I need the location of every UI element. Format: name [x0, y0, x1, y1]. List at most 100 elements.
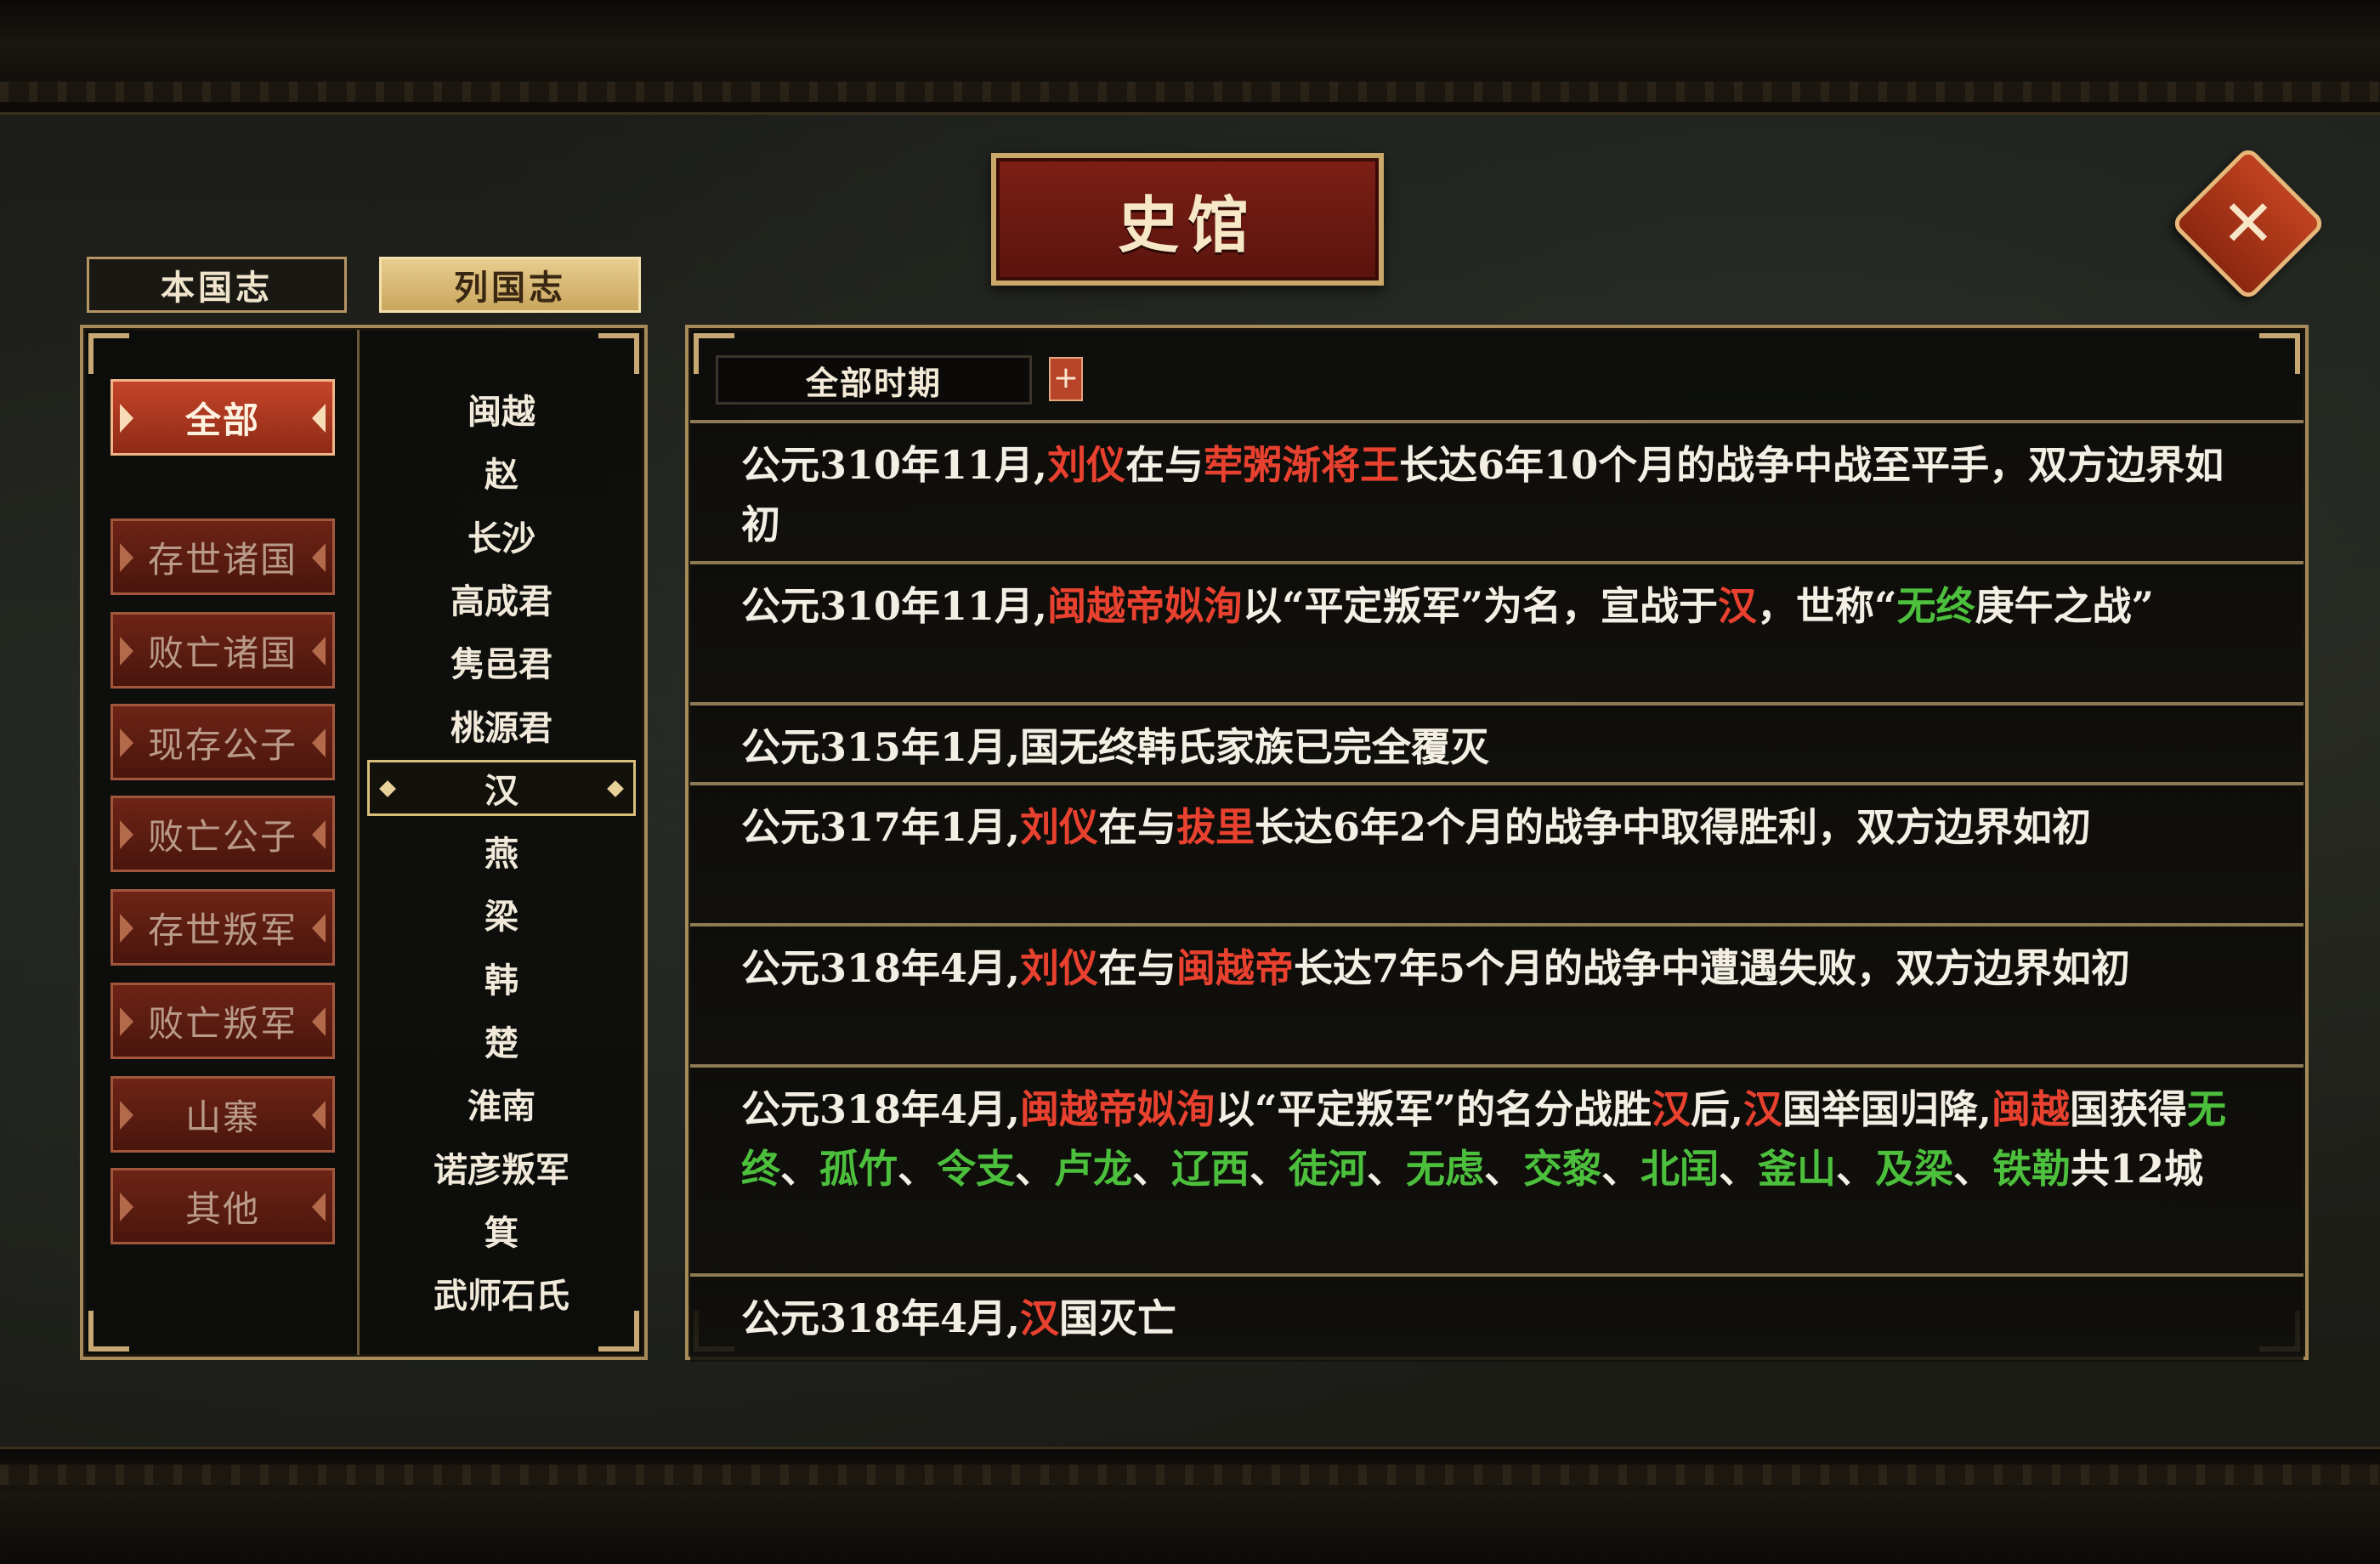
state-name: 隽邑君 [450, 644, 552, 684]
state-name: 燕 [484, 834, 518, 874]
event-text: 、 [898, 1146, 937, 1192]
state-list-item[interactable]: 淮南 [367, 1075, 636, 1131]
event-text: 在与 [1098, 945, 1177, 991]
state-name: 闽越 [468, 392, 536, 432]
event-city-name: 釜山 [1758, 1146, 1836, 1192]
event-text: 、 [1250, 1146, 1289, 1192]
category-button[interactable]: 败亡叛军 [110, 983, 335, 1059]
event-text: 、 [1484, 1146, 1523, 1192]
event-text: 国获得 [2070, 1086, 2187, 1132]
event-text: 以“平定叛军”的名分战胜 [1216, 1086, 1652, 1132]
state-name: 楚 [484, 1023, 518, 1063]
tab-all-states-history[interactable]: 列国志 [379, 257, 641, 313]
category-button[interactable]: 败亡诸国 [110, 612, 335, 688]
event-text: 公元318年4月, [741, 1086, 1021, 1132]
event-faction-name: 汉 [1717, 583, 1757, 629]
state-name: 长沙 [468, 518, 536, 558]
period-add-button[interactable]: + [1049, 357, 1083, 401]
event-text: 公元310年11月, [741, 442, 1048, 488]
event-text: 公元315年1月,国无终韩氏家族已完全覆灭 [741, 724, 1490, 770]
event-text: 、 [1132, 1146, 1171, 1192]
category-button[interactable]: 山寨 [110, 1076, 335, 1153]
event-city-name: 孤竹 [819, 1146, 898, 1192]
event-city-name: 北闰 [1640, 1146, 1719, 1192]
event-text: ，世称“ [1756, 583, 1897, 629]
event-city-name: 辽西 [1171, 1146, 1250, 1192]
event-text: 、 [1953, 1146, 1992, 1192]
state-list-item[interactable]: 桃源君 [367, 697, 636, 753]
event-city-name: 交黎 [1523, 1146, 1601, 1192]
close-icon: ✕ [2221, 185, 2275, 261]
event-faction-name: 闽越帝姒洵 [1047, 583, 1244, 629]
state-list-item[interactable]: 箕 [367, 1202, 636, 1258]
corner-ornament [88, 333, 129, 374]
close-button[interactable]: ✕ [2170, 145, 2326, 302]
state-list-item[interactable]: 诺彦叛军 [367, 1139, 636, 1195]
event-faction-name: 刘仪 [1020, 804, 1099, 850]
category-button[interactable]: 现存公子 [110, 704, 335, 780]
title-plaque: 史馆 [991, 153, 1384, 286]
state-name: 梁 [484, 897, 518, 937]
state-list-item[interactable]: 楚 [367, 1012, 636, 1068]
event-faction-name: 闽越帝姒洵 [1020, 1086, 1216, 1132]
event-text: 、 [1719, 1146, 1758, 1192]
event-city-name: 铁勒 [1992, 1146, 2071, 1192]
event-text: 共12城 [2071, 1146, 2204, 1192]
event-text: 长达7年5个月的战争中遭遇失败，双方边界如初 [1294, 945, 2131, 991]
state-list-item[interactable]: 韩 [367, 949, 636, 1006]
event-text: 公元318年4月, [741, 1295, 1021, 1341]
event-city-name: 卢龙 [1054, 1146, 1132, 1192]
state-list-item[interactable]: 闽越 [367, 381, 636, 437]
bottom-pattern [0, 1465, 2380, 1485]
state-list-item[interactable]: 燕 [367, 823, 636, 879]
event-text: 、 [1367, 1146, 1406, 1192]
history-event-row: 公元318年4月,刘仪在与闽越帝长达7年5个月的战争中遭遇失败，双方边界如初 [690, 923, 2304, 1066]
event-faction-name: 荦粥渐将王 [1204, 442, 1400, 488]
category-button[interactable]: 存世叛军 [110, 889, 335, 966]
top-pattern [0, 82, 2380, 102]
state-name: 赵 [484, 455, 518, 495]
period-filter-select[interactable]: 全部时期 [716, 355, 1032, 405]
state-list-item[interactable]: 高成君 [367, 570, 636, 626]
event-city-name: 徒河 [1289, 1146, 1367, 1192]
event-text: 公元310年11月, [741, 583, 1048, 629]
state-name: 高成君 [450, 581, 552, 621]
state-list-item[interactable]: 隽邑君 [367, 633, 636, 689]
selection-diamond-icon [607, 780, 624, 797]
tab-own-state-history[interactable]: 本国志 [87, 257, 347, 313]
event-faction-name: 闽越 [1992, 1086, 2070, 1132]
event-faction-name: 拔里 [1176, 804, 1255, 850]
event-text: 以“平定叛军”为名，宣战于 [1243, 583, 1718, 629]
corner-ornament [598, 333, 639, 374]
history-event-row: 公元317年1月,刘仪在与拔里长达6年2个月的战争中取得胜利，双方边界如初 [690, 782, 2304, 925]
category-button[interactable]: 败亡公子 [110, 796, 335, 872]
state-name: 武师石氏 [434, 1276, 570, 1316]
category-button[interactable]: 全部 [110, 379, 335, 456]
event-faction-name: 闽越帝 [1176, 945, 1295, 991]
event-text: 长达6年2个月的战争中取得胜利，双方边界如初 [1255, 804, 2092, 850]
state-name: 桃源君 [450, 708, 552, 748]
category-button[interactable]: 存世诸国 [110, 518, 335, 595]
event-text: 、 [1601, 1146, 1640, 1192]
state-name: 箕 [484, 1213, 518, 1253]
event-faction-name: 汉 [1651, 1086, 1691, 1132]
state-list-item[interactable]: 汉 [367, 760, 636, 816]
event-city-name: 及梁 [1875, 1146, 1953, 1192]
event-text: 、 [780, 1146, 819, 1192]
history-event-row: 公元315年1月,国无终韩氏家族已完全覆灭 [690, 702, 2304, 780]
event-text: 国举国归降, [1782, 1086, 1992, 1132]
state-name: 淮南 [468, 1086, 536, 1126]
top-ornament-band [0, 0, 2380, 115]
category-button[interactable]: 其他 [110, 1168, 335, 1244]
event-text: 庚午之战” [1975, 583, 2154, 629]
event-faction-name: 刘仪 [1047, 442, 1126, 488]
state-list-item[interactable]: 赵 [367, 444, 636, 500]
history-event-row: 公元310年11月,刘仪在与荦粥渐将王长达6年10个月的战争中战至平手，双方边界… [690, 420, 2304, 563]
event-faction-name: 汉 [1742, 1086, 1782, 1132]
event-text: 在与 [1098, 804, 1177, 850]
state-list-item[interactable]: 长沙 [367, 507, 636, 564]
state-list-item[interactable]: 梁 [367, 886, 636, 942]
game-screen: 史馆 ✕ 本国志 列国志 全部时期 + 全部存世诸国败亡诸国现存公子败亡公子存世… [0, 0, 2380, 1564]
bottom-ornament-band [0, 1447, 2380, 1564]
state-list-item[interactable]: 武师石氏 [367, 1265, 636, 1321]
